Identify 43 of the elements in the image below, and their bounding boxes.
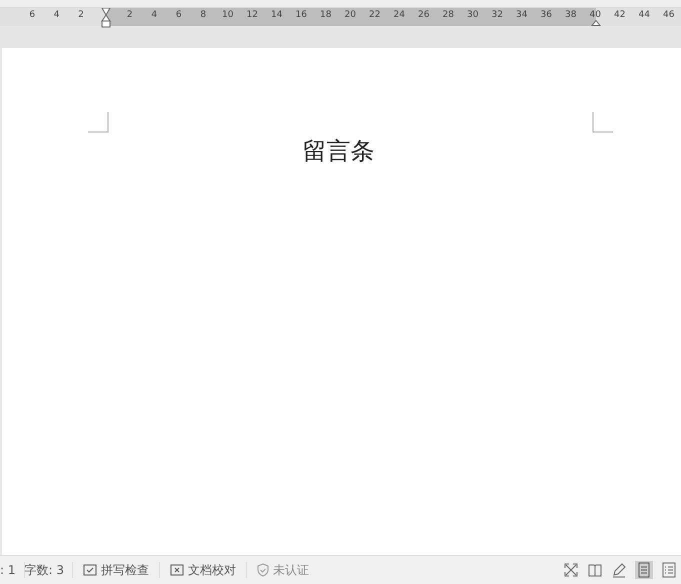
ruler-number: 28 xyxy=(442,10,455,20)
ruler-number: 14 xyxy=(270,10,284,20)
ruler-number: 4 xyxy=(52,10,60,20)
status-button[interactable]: 文档校对 xyxy=(160,561,246,579)
document-title: 留言条 xyxy=(302,136,376,167)
ruler-number: 10 xyxy=(221,10,234,20)
ruler-number: 42 xyxy=(613,10,626,20)
ruler-number: 6 xyxy=(28,10,36,20)
status-text: 字数: 3 xyxy=(24,562,65,579)
ruler-number: 12 xyxy=(246,10,259,20)
ruler-number: 18 xyxy=(319,10,332,20)
ruler-number: 38 xyxy=(564,10,578,20)
ruler-number: 2 xyxy=(77,10,85,20)
ruler-number: 8 xyxy=(199,10,208,20)
ruler-number: 46 xyxy=(662,10,676,20)
book-icon[interactable] xyxy=(587,562,603,578)
pencil-icon[interactable] xyxy=(611,562,627,578)
x-box-icon xyxy=(170,564,184,576)
indent-marker-icon xyxy=(101,8,111,28)
ruler-number: 6 xyxy=(174,10,183,20)
ruler-number: 16 xyxy=(294,10,308,20)
corner-mark-icon xyxy=(592,112,613,133)
corner-mark-icon xyxy=(88,112,109,133)
page-view-icon[interactable] xyxy=(635,561,653,579)
ruler-number: 30 xyxy=(466,10,480,20)
fullscreen-icon[interactable] xyxy=(563,562,579,578)
ruler-number: 4 xyxy=(150,10,158,20)
status-text: : 1 xyxy=(0,562,16,579)
ruler-number: 26 xyxy=(417,10,430,20)
outline-view-icon[interactable] xyxy=(661,562,677,578)
ruler-number: 22 xyxy=(368,10,382,20)
right-indent-marker-icon xyxy=(591,20,601,26)
ruler-number: 2 xyxy=(126,10,134,20)
ruler-number: 36 xyxy=(540,10,553,20)
ruler-number: 40 xyxy=(588,10,602,20)
shield-icon xyxy=(257,563,269,577)
check-box-icon xyxy=(83,564,97,576)
ruler-number: 24 xyxy=(392,10,406,20)
ruler-number: 44 xyxy=(638,10,651,20)
ruler-number: 20 xyxy=(344,10,357,20)
ruler-number: 34 xyxy=(515,10,528,20)
status-button[interactable]: 拼写检查 xyxy=(73,561,159,579)
ruler-number: 32 xyxy=(490,10,504,20)
